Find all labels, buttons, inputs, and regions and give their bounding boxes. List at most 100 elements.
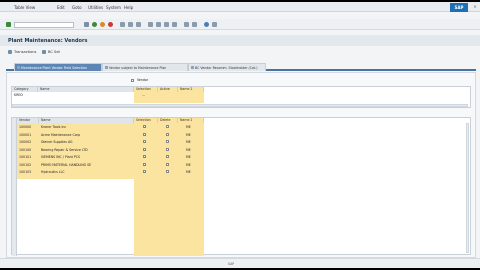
menu-help[interactable]: Help bbox=[124, 5, 133, 10]
prev-page-icon[interactable] bbox=[156, 22, 161, 27]
display-toggle-label: Vendor bbox=[137, 78, 149, 82]
tab-field-selection[interactable]: Maintenance Plant Vendor Field Selection bbox=[14, 63, 102, 71]
vendor-cell[interactable]: 100001 bbox=[17, 133, 39, 137]
flag-cell[interactable]: ME bbox=[184, 140, 202, 144]
sap-window: Table View Edit Goto Utilities System He… bbox=[0, 2, 480, 268]
vertical-scrollbar[interactable] bbox=[466, 123, 469, 253]
menu-goto[interactable]: Goto bbox=[72, 5, 82, 10]
table-row[interactable]: 100101 SIEMENS INC / Plant PCS ✓ ME bbox=[12, 154, 208, 160]
transactions-label: Transactions bbox=[14, 50, 37, 54]
vendor-cell[interactable]: 100101 bbox=[17, 155, 39, 159]
flag-cell[interactable]: ME bbox=[184, 125, 202, 129]
shortcut-icon[interactable] bbox=[192, 22, 197, 27]
content-area: Vendor Category Name Selection Active Na… bbox=[6, 72, 476, 258]
new-session-icon[interactable] bbox=[184, 22, 189, 27]
lower-grid: Vendor Name Selection Delete Name 2 1000… bbox=[11, 117, 471, 256]
flag-cell[interactable]: ME bbox=[184, 133, 202, 137]
selection-checkbox[interactable]: ✓ bbox=[143, 125, 147, 129]
transactions-icon bbox=[8, 50, 12, 54]
print-icon[interactable] bbox=[120, 22, 125, 27]
menu-system[interactable]: System bbox=[106, 5, 121, 10]
flag-cell[interactable]: ME bbox=[184, 163, 202, 167]
table-row[interactable]: 100100 Bearing Repair & Service LTD ✓ ME bbox=[12, 147, 208, 153]
upper-grid: Category Name Selection Active Name 2 KR… bbox=[11, 86, 471, 108]
name-cell[interactable]: Bearing Repair & Service LTD bbox=[39, 148, 134, 152]
find-next-icon[interactable] bbox=[136, 22, 141, 27]
selection-checkbox[interactable]: ✓ bbox=[143, 140, 147, 144]
delete-checkbox[interactable] bbox=[166, 147, 169, 151]
tab-label: Vendor subject to Maintenance Plan bbox=[109, 66, 167, 70]
menu-edit[interactable]: Edit bbox=[57, 5, 65, 10]
first-page-icon[interactable] bbox=[148, 22, 153, 27]
tab-icon bbox=[191, 66, 194, 69]
window-close-icon[interactable]: ✕ bbox=[470, 2, 480, 12]
menu-utilities[interactable]: Utilities bbox=[88, 5, 103, 10]
name-cell[interactable]: Kroner Tools Inc bbox=[39, 125, 134, 129]
back-icon[interactable] bbox=[92, 22, 97, 27]
delete-checkbox[interactable] bbox=[166, 140, 169, 143]
selection-checkbox[interactable]: ✓ bbox=[143, 170, 147, 174]
horizontal-scrollbar[interactable] bbox=[12, 104, 468, 107]
vendor-cell[interactable]: 100103 bbox=[17, 170, 39, 174]
delete-checkbox[interactable] bbox=[166, 155, 169, 158]
help-icon[interactable] bbox=[204, 22, 209, 27]
tab-strip: Maintenance Plant Vendor Field Selection… bbox=[6, 63, 476, 71]
tab-icon bbox=[105, 66, 108, 69]
command-field[interactable] bbox=[14, 22, 74, 28]
vendor-cell[interactable]: 100002 bbox=[17, 140, 39, 144]
selection-checkbox[interactable]: ✓ bbox=[143, 162, 147, 166]
table-row[interactable]: 100001 Acme Maintenance Corp ✓ ME bbox=[12, 132, 208, 138]
tab-stockholder[interactable]: BC Vendor Recomm. Stockholder (Cat.) bbox=[188, 63, 266, 71]
flag-cell[interactable]: ME bbox=[184, 148, 202, 152]
vendor-cell[interactable]: 100102 bbox=[17, 163, 39, 167]
table-row[interactable]: 100000 Kroner Tools Inc ✓ ME bbox=[12, 124, 208, 130]
selection-checkbox[interactable]: ✓ bbox=[143, 147, 147, 151]
next-page-icon[interactable] bbox=[164, 22, 169, 27]
status-text: SAP bbox=[228, 262, 235, 266]
delete-checkbox[interactable] bbox=[166, 125, 169, 128]
name-cell[interactable]: Steiner Supplies AG bbox=[39, 140, 134, 144]
display-toggle-checkbox[interactable] bbox=[131, 79, 134, 82]
name-cell[interactable]: Acme Maintenance Corp bbox=[39, 133, 134, 137]
enter-icon[interactable] bbox=[6, 22, 11, 27]
selection-checkbox[interactable]: ✓ bbox=[143, 155, 147, 159]
sap-logo: SAP bbox=[450, 3, 468, 12]
find-icon[interactable] bbox=[128, 22, 133, 27]
transactions-button[interactable]: Transactions bbox=[8, 49, 36, 55]
application-toolbar: Transactions BC Set bbox=[0, 47, 480, 57]
flag-cell[interactable]: ME bbox=[184, 170, 202, 174]
save-icon[interactable] bbox=[84, 22, 89, 27]
name-cell[interactable]: SIEMENS INC / Plant PCS bbox=[39, 155, 134, 159]
delete-checkbox[interactable] bbox=[166, 132, 169, 136]
selection-checkbox[interactable]: ✓ bbox=[143, 132, 147, 136]
table-cell[interactable]: ... bbox=[140, 93, 156, 97]
status-bar: SAP bbox=[0, 258, 480, 268]
layout-icon[interactable] bbox=[212, 22, 217, 27]
title-bar: Plant Maintenance: Vendors bbox=[0, 35, 480, 46]
vendor-cell[interactable]: 100100 bbox=[17, 148, 39, 152]
tab-label: BC Vendor Recomm. Stockholder (Cat.) bbox=[195, 66, 258, 70]
table-row[interactable]: 100002 Steiner Supplies AG ✓ ME bbox=[12, 139, 208, 145]
bc-set-label: BC Set bbox=[48, 50, 60, 54]
tab-maintenance-plan[interactable]: Vendor subject to Maintenance Plan bbox=[102, 63, 188, 71]
flag-cell[interactable]: ME bbox=[184, 155, 202, 159]
bc-set-button[interactable]: BC Set bbox=[42, 49, 60, 55]
tab-icon bbox=[17, 66, 20, 69]
name-cell[interactable]: PRIMO MATERIAL HANDLING SE bbox=[39, 163, 134, 167]
menu-table-view[interactable]: Table View bbox=[14, 5, 35, 10]
cancel-icon[interactable] bbox=[108, 22, 113, 27]
name-cell[interactable]: Hydraulics LLC bbox=[39, 170, 134, 174]
delete-checkbox[interactable] bbox=[166, 170, 169, 173]
table-row[interactable]: 100102 PRIMO MATERIAL HANDLING SE ✓ ME bbox=[12, 162, 208, 168]
delete-checkbox[interactable] bbox=[166, 162, 169, 166]
column-header[interactable]: Name bbox=[38, 87, 134, 92]
tab-label: Maintenance Plant Vendor Field Selection bbox=[21, 66, 87, 70]
bc-set-icon bbox=[42, 50, 46, 54]
column-header[interactable]: Category bbox=[12, 87, 38, 92]
table-row[interactable]: 100103 Hydraulics LLC ✓ ME bbox=[12, 169, 208, 175]
last-page-icon[interactable] bbox=[172, 22, 177, 27]
exit-icon[interactable] bbox=[100, 22, 105, 27]
system-toolbar bbox=[0, 19, 480, 30]
table-cell: KRED bbox=[14, 93, 23, 97]
vendor-cell[interactable]: 100000 bbox=[17, 125, 39, 129]
